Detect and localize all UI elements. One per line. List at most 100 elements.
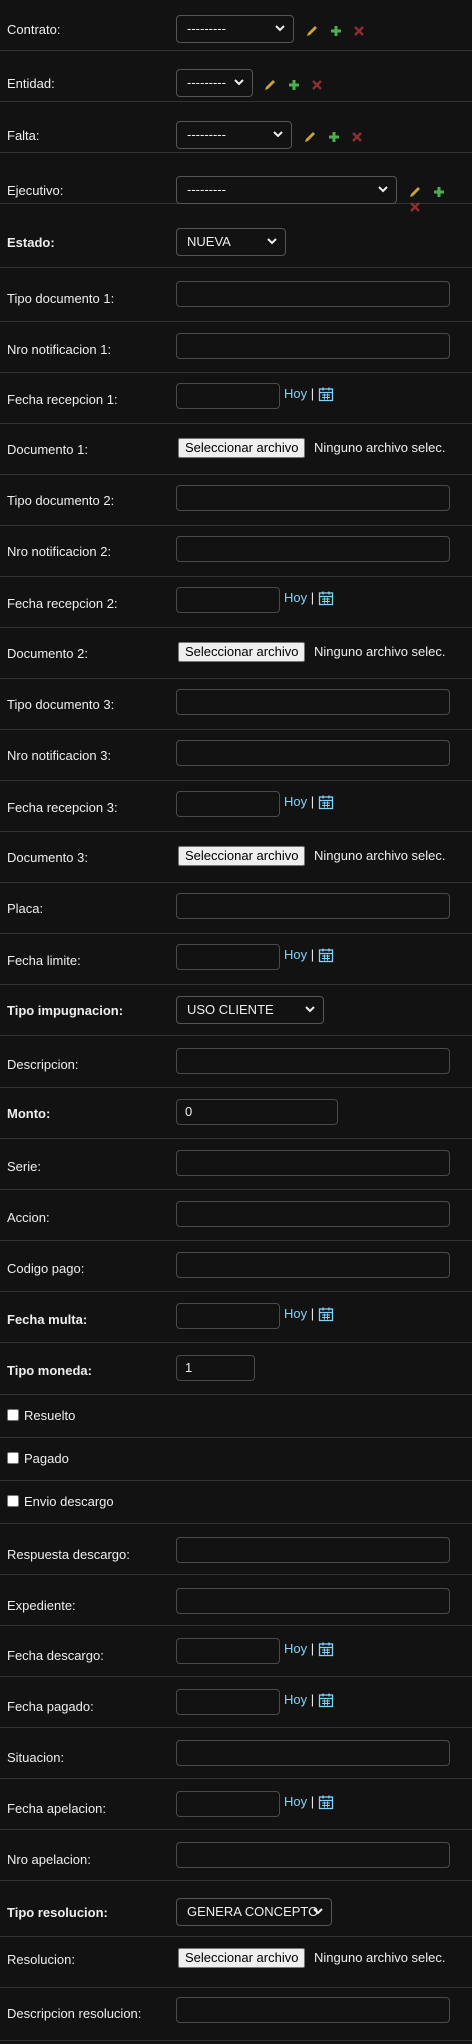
x-icon[interactable]: [310, 78, 324, 92]
documento-3-file-button[interactable]: Seleccionar archivo: [178, 846, 306, 866]
fecha-pagado-input[interactable]: [176, 1689, 280, 1715]
respuesta-descargo-input[interactable]: [176, 1537, 450, 1563]
tipo-resolucion-select[interactable]: GENERA CONCEPTO: [176, 1898, 332, 1926]
fecha-apelacion-input[interactable]: [176, 1791, 280, 1817]
placa-input[interactable]: [176, 893, 450, 919]
resuelto-label: Resuelto: [24, 1408, 76, 1423]
resuelto-checkbox[interactable]: [7, 1409, 19, 1421]
hoy-link[interactable]: Hoy |: [284, 590, 314, 605]
calendar-icon[interactable]: [318, 1641, 334, 1657]
falta-select[interactable]: ---------: [176, 121, 292, 149]
entidad-select[interactable]: ---------: [176, 69, 253, 97]
row-resuelto: Resuelto: [0, 1395, 472, 1438]
pencil-icon[interactable]: [303, 130, 317, 144]
monto-label: Monto:: [7, 1106, 51, 1121]
row-fecha-descargo: Fecha descargo: Hoy |: [0, 1626, 472, 1677]
hoy-link[interactable]: Hoy |: [284, 947, 314, 962]
documento-2-file-button[interactable]: Seleccionar archivo: [178, 642, 306, 662]
placa-label: Placa:: [7, 901, 44, 916]
calendar-icon[interactable]: [318, 1794, 334, 1810]
monto-input[interactable]: 0: [176, 1099, 338, 1125]
row-tipo-documento-3: Tipo documento 3:: [0, 679, 472, 730]
x-icon[interactable]: [352, 24, 366, 38]
contrato-select[interactable]: ---------: [176, 15, 294, 43]
calendar-icon[interactable]: [318, 386, 334, 402]
documento-1-file-button[interactable]: Seleccionar archivo: [178, 438, 306, 458]
fecha-recepcion-2-input[interactable]: [176, 587, 280, 613]
fecha-limite-input[interactable]: [176, 944, 280, 970]
tipo-documento-2-input[interactable]: [176, 485, 450, 511]
plus-icon[interactable]: [329, 24, 343, 38]
fecha-multa-input[interactable]: [176, 1303, 280, 1329]
documento-2-file-status: Ninguno archivo selec.: [314, 644, 446, 659]
chevron-down-icon: [313, 1908, 323, 1915]
calendar-icon[interactable]: [318, 590, 334, 606]
row-falta: Falta: ---------: [0, 102, 472, 153]
codigo-pago-input[interactable]: [176, 1252, 450, 1278]
nro-notificacion-1-input[interactable]: [176, 333, 450, 359]
documento-3-label: Documento 3:: [7, 850, 88, 865]
serie-label: Serie:: [7, 1159, 41, 1174]
plus-icon[interactable]: [327, 130, 341, 144]
hoy-link[interactable]: Hoy |: [284, 794, 314, 809]
nro-notificacion-3-input[interactable]: [176, 740, 450, 766]
situacion-input[interactable]: [176, 1740, 450, 1766]
calendar-icon[interactable]: [318, 1306, 334, 1322]
plus-icon[interactable]: [287, 78, 301, 92]
nro-notificacion-2-input[interactable]: [176, 536, 450, 562]
estado-select[interactable]: NUEVA: [176, 228, 286, 256]
tipo-moneda-label: Tipo moneda:: [7, 1363, 92, 1378]
resolucion-file-button[interactable]: Seleccionar archivo: [178, 1948, 306, 1968]
descripcion-resolucion-input[interactable]: [176, 1997, 450, 2023]
documento-1-label: Documento 1:: [7, 442, 88, 457]
row-situacion: Situacion:: [0, 1728, 472, 1779]
row-estado: Estado: NUEVA: [0, 204, 472, 268]
pencil-icon[interactable]: [305, 24, 319, 38]
expediente-label: Expediente:: [7, 1598, 76, 1613]
row-documento-1: Documento 1: Seleccionar archivo Ninguno…: [0, 424, 472, 475]
nro-apelacion-input[interactable]: [176, 1842, 450, 1868]
chevron-down-icon: [378, 186, 388, 193]
calendar-icon[interactable]: [318, 947, 334, 963]
tipo-moneda-input[interactable]: 1: [176, 1355, 255, 1381]
pencil-icon[interactable]: [263, 78, 277, 92]
fecha-recepcion-1-input[interactable]: [176, 383, 280, 409]
row-tipo-documento-1: Tipo documento 1:: [0, 268, 472, 322]
fecha-descargo-label: Fecha descargo:: [7, 1648, 104, 1663]
falta-value: ---------: [187, 127, 226, 142]
serie-input[interactable]: [176, 1150, 450, 1176]
hoy-link[interactable]: Hoy |: [284, 386, 314, 401]
pencil-icon[interactable]: [408, 185, 422, 199]
row-descripcion: Descripcion:: [0, 1036, 472, 1088]
pagado-checkbox[interactable]: [7, 1452, 19, 1464]
entidad-value: ---------: [187, 75, 226, 90]
tipo-impugnacion-select[interactable]: USO CLIENTE: [176, 996, 324, 1024]
fecha-descargo-input[interactable]: [176, 1638, 280, 1664]
hoy-link[interactable]: Hoy |: [284, 1794, 314, 1809]
tipo-documento-1-input[interactable]: [176, 281, 450, 307]
ejecutivo-select[interactable]: ---------: [176, 176, 397, 204]
hoy-link[interactable]: Hoy |: [284, 1306, 314, 1321]
hoy-link[interactable]: Hoy |: [284, 1692, 314, 1707]
expediente-input[interactable]: [176, 1588, 450, 1614]
chevron-down-icon: [275, 25, 285, 32]
row-nro-notificacion-2: Nro notificacion 2:: [0, 526, 472, 577]
calendar-icon[interactable]: [318, 1692, 334, 1708]
hoy-link[interactable]: Hoy |: [284, 1641, 314, 1656]
resolucion-file-status: Ninguno archivo selec.: [314, 1950, 446, 1965]
descripcion-input[interactable]: [176, 1048, 450, 1074]
row-descripcion-resolucion: Descripcion resolucion:: [0, 1988, 472, 2041]
resolucion-label: Resolucion:: [7, 1952, 75, 1967]
fecha-recepcion-3-input[interactable]: [176, 791, 280, 817]
chevron-down-icon: [305, 1006, 315, 1013]
tipo-impugnacion-label: Tipo impugnacion:: [7, 1003, 124, 1018]
accion-input[interactable]: [176, 1201, 450, 1227]
documento-2-label: Documento 2:: [7, 646, 88, 661]
calendar-icon[interactable]: [318, 794, 334, 810]
envio-descargo-checkbox[interactable]: [7, 1495, 19, 1507]
plus-icon[interactable]: [432, 185, 446, 199]
fecha-apelacion-label: Fecha apelacion:: [7, 1801, 107, 1816]
x-icon[interactable]: [350, 130, 364, 144]
estado-label: Estado:: [7, 235, 55, 250]
tipo-documento-3-input[interactable]: [176, 689, 450, 715]
